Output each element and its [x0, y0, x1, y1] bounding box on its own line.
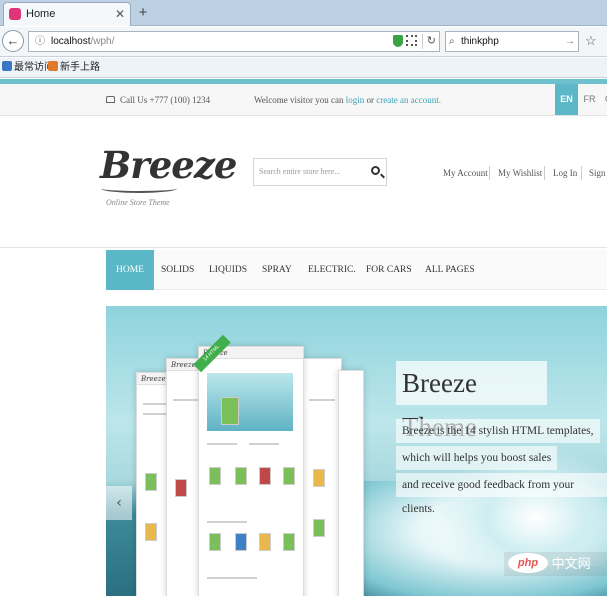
hero-text-line: and receive good feedback from your clie…: [396, 473, 607, 515]
nav-electric[interactable]: ELECTRIC.: [308, 250, 356, 290]
browser-search-input[interactable]: ⌕ thinkphp →: [445, 31, 579, 52]
search-icon: ⌕: [449, 36, 455, 47]
mockup-product: [283, 533, 295, 551]
mockup-line: [207, 577, 257, 579]
watermark-text: 中文网: [551, 556, 591, 571]
nav-all-pages[interactable]: ALL PAGES: [425, 250, 475, 290]
nav-spray[interactable]: SPRAY: [262, 250, 292, 290]
shield-icon[interactable]: [393, 35, 403, 47]
mockup-line: [249, 443, 279, 445]
mockup-product: [259, 533, 271, 551]
phone-contact: Call Us +777 (100) 1234: [106, 95, 210, 105]
slider-prev-arrow-icon[interactable]: ‹: [106, 486, 132, 520]
nav-solids[interactable]: SOLIDS: [161, 250, 194, 290]
my-account-link[interactable]: My Account: [443, 168, 488, 178]
bookmarks-bar: 最常访问 新手上路: [0, 58, 607, 78]
mockup-line: [207, 443, 237, 445]
search-placeholder: Search entire store here...: [259, 167, 341, 176]
new-tab-icon[interactable]: +: [136, 3, 150, 23]
bookmark-getting-started[interactable]: 新手上路: [48, 58, 100, 78]
search-icon[interactable]: [371, 166, 380, 175]
my-wishlist-link[interactable]: My Wishlist: [498, 168, 542, 178]
nav-for-cars[interactable]: FOR CARS: [366, 250, 412, 290]
mockup-product: [259, 467, 271, 485]
qr-code-icon[interactable]: [406, 35, 417, 46]
browser-tab-bar: Home ✕ +: [0, 0, 607, 26]
site-favicon-icon: [9, 8, 21, 20]
mockup-product: [221, 397, 239, 425]
phone-icon: [106, 96, 115, 103]
nav-home[interactable]: HOME: [106, 250, 154, 290]
mockup-product: [145, 523, 157, 541]
hero-text-line: Breeze is the 14 stylish HTML templates,: [396, 419, 600, 443]
mockup-product: [235, 467, 247, 485]
url-separator: [422, 34, 423, 49]
mockup-product: [235, 533, 247, 551]
create-account-link[interactable]: create an account.: [376, 95, 441, 105]
page: Home ✕ + ← ⓘ localhost/wph/ ↻ ⌕ thinkphp…: [0, 0, 607, 596]
address-bar[interactable]: ⓘ localhost/wph/ ↻: [28, 31, 440, 52]
login-link[interactable]: login: [346, 95, 365, 105]
mockup-product: [145, 473, 157, 491]
search-go-arrow-icon[interactable]: →: [565, 32, 575, 51]
theme-mockup-front: Breeze: [198, 346, 304, 596]
nav-liquids[interactable]: LIQUIDS: [209, 250, 247, 290]
tab-title: Home: [26, 8, 56, 20]
browser-search-value: thinkphp: [461, 36, 499, 47]
bookmark-icon: [2, 61, 12, 71]
close-tab-icon[interactable]: ✕: [115, 3, 125, 25]
sign-up-link[interactable]: Sign: [589, 168, 606, 178]
logo-swoosh: [101, 184, 177, 193]
info-icon[interactable]: ⓘ: [35, 32, 45, 51]
header-divider: [0, 247, 607, 248]
mockup-product: [175, 479, 187, 497]
mockup-line: [309, 399, 335, 401]
back-arrow-icon[interactable]: ←: [2, 30, 24, 52]
bookmark-label: 新手上路: [60, 62, 100, 73]
store-logo[interactable]: Breeze: [100, 143, 237, 187]
link-separator: [581, 166, 582, 180]
link-separator: [544, 166, 545, 180]
mockup-product: [209, 533, 221, 551]
lang-fr[interactable]: FR: [578, 84, 601, 115]
hero-title: Breeze Theme: [396, 361, 547, 442]
theme-mockup-far-right: [338, 370, 364, 596]
phone-text: Call Us +777 (100) 1234: [120, 95, 211, 105]
browser-tab-home[interactable]: Home ✕: [3, 2, 131, 26]
main-navigation: HOME SOLIDS LIQUIDS SPRAY ELECTRIC. FOR …: [106, 250, 607, 290]
logo-tagline: Online Store Theme: [106, 198, 170, 207]
php-cn-watermark: php 中文网: [504, 552, 607, 576]
top-info-bar: Call Us +777 (100) 1234 Welcome visitor …: [0, 84, 607, 116]
reload-icon[interactable]: ↻: [427, 32, 436, 51]
mockup-product: [283, 467, 295, 485]
or-text: or: [366, 95, 375, 105]
mockup-product: [209, 467, 221, 485]
theme-mockup-right: [302, 358, 342, 596]
mockup-banner: [207, 373, 293, 431]
login-link-header[interactable]: Log In: [553, 168, 577, 178]
mockup-line: [207, 521, 247, 523]
url-path: /wph/: [90, 36, 115, 47]
hero-text-line: which will helps you boost sales: [396, 446, 558, 470]
browser-nav-bar: ← ⓘ localhost/wph/ ↻ ⌕ thinkphp → ☆: [0, 27, 607, 57]
welcome-text: Welcome visitor you can: [254, 95, 344, 105]
mockup-product: [313, 469, 325, 487]
mockup-product: [313, 519, 325, 537]
url-host: localhost: [51, 36, 91, 47]
bookmark-star-icon[interactable]: ☆: [585, 33, 597, 49]
watermark-logo: php: [508, 553, 548, 573]
link-separator: [489, 166, 490, 180]
lang-ge[interactable]: GE: [600, 84, 607, 115]
lang-en[interactable]: EN: [555, 84, 578, 115]
bookmark-most-visited[interactable]: 最常访问: [2, 58, 54, 78]
welcome-message: Welcome visitor you can login or create …: [254, 95, 441, 105]
firefox-icon: [48, 61, 58, 71]
store-search-input[interactable]: Search entire store here...: [253, 158, 387, 186]
